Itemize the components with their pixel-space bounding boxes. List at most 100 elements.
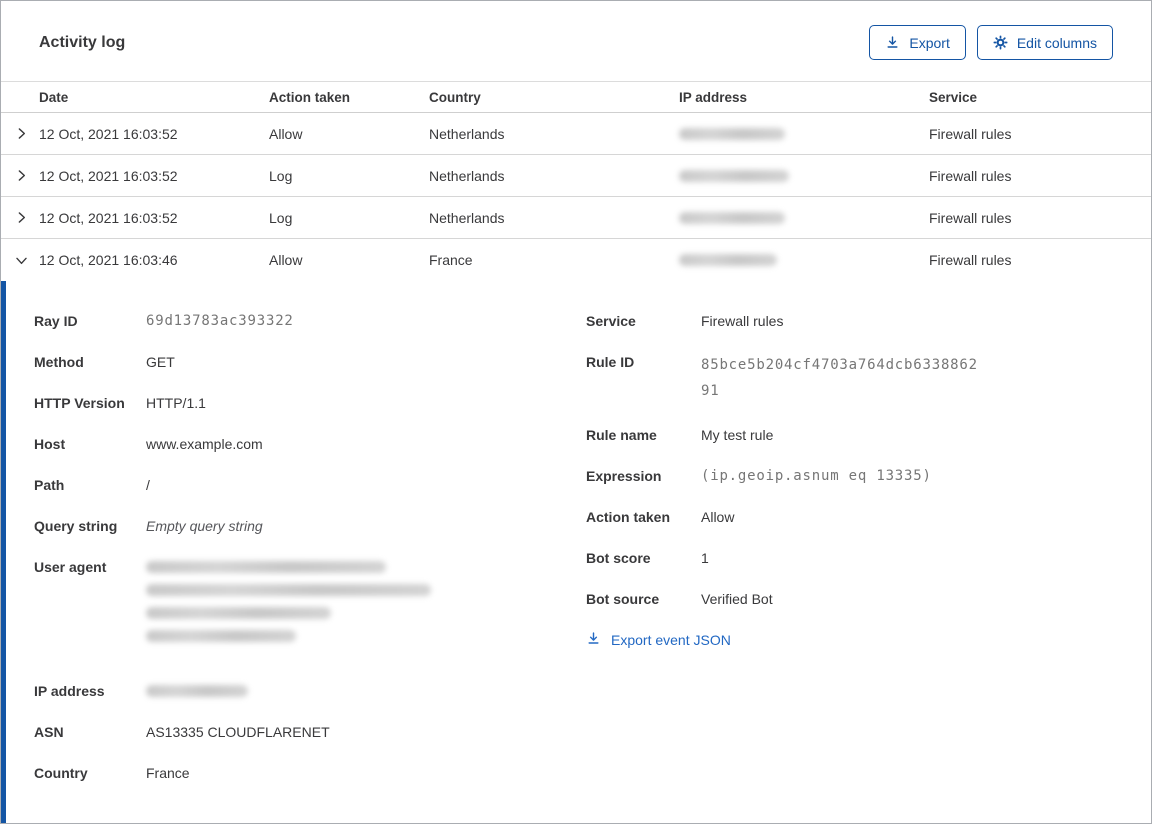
- export-event-json-link[interactable]: Export event JSON: [586, 631, 731, 649]
- cell-service: Firewall rules: [929, 209, 1012, 226]
- cell-ip-redacted: [679, 169, 929, 182]
- toolbar: Export Edit columns: [869, 25, 1113, 60]
- chevron-down-icon[interactable]: [1, 254, 39, 267]
- cell-country: Netherlands: [429, 125, 505, 142]
- cell-action-taken: Log: [269, 209, 293, 226]
- field-value: Empty query string: [146, 518, 263, 534]
- cell-date: 12 Oct, 2021 16:03:52: [39, 125, 178, 142]
- column-header-date: Date: [39, 89, 69, 105]
- field-label: HTTP Version: [34, 395, 125, 411]
- download-icon: [885, 35, 900, 50]
- cell-service: Firewall rules: [929, 125, 1012, 142]
- column-header-country: Country: [429, 89, 481, 105]
- detail-field-method: Method GET: [34, 352, 586, 372]
- detail-field-http-version: HTTP Version HTTP/1.1: [34, 393, 586, 413]
- field-label: Expression: [586, 468, 662, 484]
- table-row-expanded[interactable]: 12 Oct, 2021 16:03:46 Allow France Firew…: [1, 239, 1151, 281]
- column-header-service: Service: [929, 89, 978, 105]
- field-value: Allow: [701, 509, 735, 525]
- field-label: Rule name: [586, 427, 657, 443]
- column-header-action-taken: Action taken: [269, 89, 351, 105]
- detail-field-ip-address: IP address: [34, 681, 586, 701]
- field-label: Country: [34, 765, 88, 781]
- cell-ip-redacted: [679, 254, 929, 266]
- export-event-json-label: Export event JSON: [611, 632, 731, 648]
- export-button[interactable]: Export: [869, 25, 966, 60]
- field-label: Query string: [34, 518, 118, 534]
- field-label: Rule ID: [586, 354, 635, 370]
- event-detail-panel: Ray ID 69d13783ac393322 Method GET HTTP …: [1, 281, 1151, 823]
- field-value: /: [146, 477, 150, 493]
- event-detail-right-column: Service Firewall rules Rule ID 85bce5b20…: [586, 311, 1151, 823]
- cell-service: Firewall rules: [929, 167, 1012, 184]
- cell-action-taken: Log: [269, 167, 293, 184]
- cell-date: 12 Oct, 2021 16:03:52: [39, 167, 178, 184]
- field-label: User agent: [34, 559, 107, 575]
- detail-field-bot-score: Bot score 1: [586, 548, 1151, 568]
- chevron-right-icon[interactable]: [1, 169, 39, 182]
- cell-country: Netherlands: [429, 209, 505, 226]
- gear-icon: [993, 35, 1008, 50]
- detail-field-ray-id: Ray ID 69d13783ac393322: [34, 311, 586, 331]
- field-label: IP address: [34, 683, 105, 699]
- field-value: 69d13783ac393322: [146, 313, 294, 329]
- event-detail-left-column: Ray ID 69d13783ac393322 Method GET HTTP …: [34, 311, 586, 823]
- field-value: France: [146, 765, 190, 781]
- column-header-ip-address: IP address: [679, 89, 748, 105]
- detail-field-rule-id: Rule ID 85bce5b204cf4703a764dcb633886291: [586, 352, 1151, 404]
- field-value: GET: [146, 354, 175, 370]
- cell-date: 12 Oct, 2021 16:03:46: [39, 252, 178, 268]
- export-button-label: Export: [909, 34, 950, 51]
- detail-field-host: Host www.example.com: [34, 434, 586, 454]
- detail-field-expression: Expression (ip.geoip.asnum eq 13335): [586, 466, 1151, 486]
- detail-field-query-string: Query string Empty query string: [34, 516, 586, 536]
- table-header-row: Date Action taken Country IP address Ser…: [1, 81, 1151, 113]
- field-value: Verified Bot: [701, 591, 773, 607]
- field-label: Method: [34, 354, 84, 370]
- field-value: AS13335 CLOUDFLARENET: [146, 724, 330, 740]
- cell-ip-redacted: [679, 127, 929, 140]
- field-value-redacted: [146, 557, 431, 653]
- download-icon: [586, 631, 601, 649]
- table-row[interactable]: 12 Oct, 2021 16:03:52 Log Netherlands Fi…: [1, 197, 1151, 239]
- detail-field-path: Path /: [34, 475, 586, 495]
- detail-field-action-taken: Action taken Allow: [586, 507, 1151, 527]
- field-value: HTTP/1.1: [146, 395, 206, 411]
- field-label: Ray ID: [34, 313, 78, 329]
- field-value: www.example.com: [146, 436, 263, 452]
- detail-field-country: Country France: [34, 763, 586, 783]
- table-row[interactable]: 12 Oct, 2021 16:03:52 Allow Netherlands …: [1, 113, 1151, 155]
- field-value: My test rule: [701, 427, 774, 443]
- cell-service: Firewall rules: [929, 252, 1012, 268]
- cell-action-taken: Allow: [269, 252, 303, 268]
- field-label: Path: [34, 477, 65, 493]
- field-value: 1: [701, 550, 709, 566]
- detail-field-user-agent: User agent: [34, 557, 586, 653]
- chevron-right-icon[interactable]: [1, 211, 39, 224]
- field-label: Service: [586, 313, 636, 329]
- cell-country: France: [429, 252, 473, 268]
- field-label: Action taken: [586, 509, 671, 525]
- page-title: Activity log: [39, 33, 126, 51]
- field-label: Host: [34, 436, 66, 452]
- detail-field-rule-name: Rule name My test rule: [586, 425, 1151, 445]
- field-value: 85bce5b204cf4703a764dcb633886291: [701, 357, 978, 399]
- edit-columns-button[interactable]: Edit columns: [976, 25, 1113, 60]
- table-row[interactable]: 12 Oct, 2021 16:03:52 Log Netherlands Fi…: [1, 155, 1151, 197]
- edit-columns-button-label: Edit columns: [1016, 34, 1097, 51]
- activity-log-header: Activity log Export Edit columns: [1, 1, 1151, 81]
- chevron-right-icon[interactable]: [1, 127, 39, 140]
- cell-ip-redacted: [679, 211, 929, 224]
- cell-country: Netherlands: [429, 167, 505, 184]
- detail-field-service: Service Firewall rules: [586, 311, 1151, 331]
- field-value: Firewall rules: [701, 313, 784, 329]
- cell-date: 12 Oct, 2021 16:03:52: [39, 209, 178, 226]
- cell-action-taken: Allow: [269, 125, 303, 142]
- field-value-redacted: [146, 681, 248, 701]
- detail-field-bot-source: Bot source Verified Bot: [586, 589, 1151, 609]
- field-label: ASN: [34, 724, 64, 740]
- detail-field-asn: ASN AS13335 CLOUDFLARENET: [34, 722, 586, 742]
- field-label: Bot score: [586, 550, 651, 566]
- field-label: Bot source: [586, 591, 660, 607]
- field-value: (ip.geoip.asnum eq 13335): [701, 468, 932, 484]
